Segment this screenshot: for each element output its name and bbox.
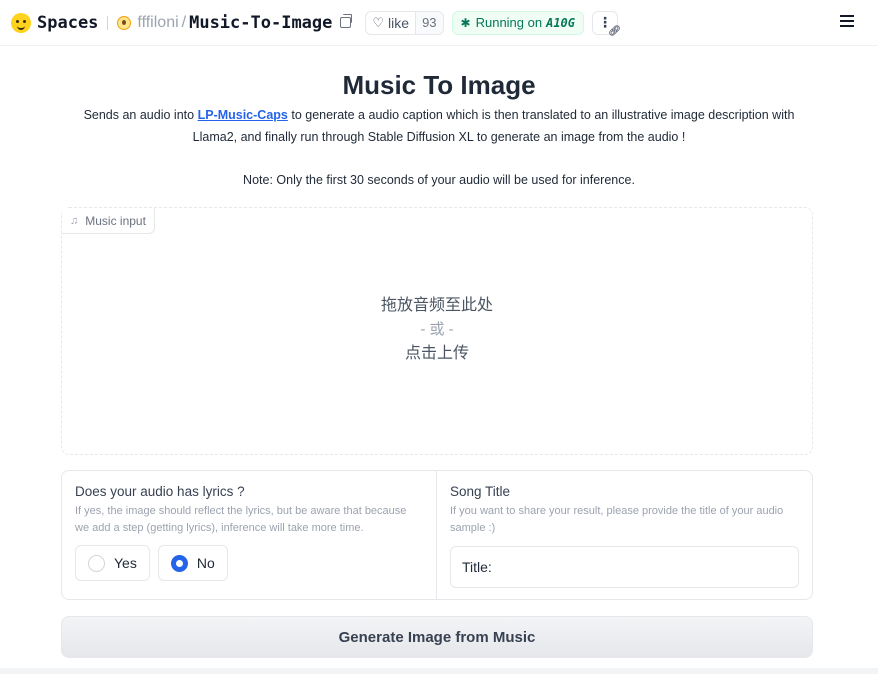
- fan-icon: ✱: [460, 15, 471, 30]
- like-group: ♡ like 93: [365, 10, 444, 35]
- more-options-button[interactable]: ⋮ 🔗︎: [592, 10, 621, 37]
- or-text: - 或 -: [420, 321, 454, 338]
- inference-note: Note: Only the first 30 seconds of your …: [243, 173, 635, 187]
- spaces-link[interactable]: Spaces: [37, 13, 98, 33]
- radio-unchecked-icon[interactable]: [88, 554, 105, 572]
- link-icon: 🔗︎: [608, 25, 621, 37]
- lyrics-info: If yes, the image should reflect the lyr…: [75, 505, 407, 534]
- song-title-input[interactable]: [450, 546, 799, 588]
- music-note-icon: ♫: [70, 214, 79, 227]
- page-title: Music To Image: [342, 70, 536, 100]
- no-label: No: [196, 555, 215, 571]
- header-divider: [107, 15, 109, 30]
- song-title-label: Song Title: [450, 484, 511, 499]
- copy-icon[interactable]: [340, 14, 353, 28]
- drop-audio-text: 拖放音频至此处: [380, 297, 493, 314]
- lyrics-radio-group: Yes No: [75, 545, 423, 581]
- hamburger-menu-icon[interactable]: [840, 15, 854, 27]
- description: Sends an audio into LP-Music-Caps to gen…: [70, 104, 808, 148]
- music-input-label: ♫ Music input: [62, 208, 155, 234]
- generate-image-button[interactable]: Generate Image from Music: [61, 616, 813, 658]
- owner-avatar[interactable]: [117, 15, 132, 30]
- hugging-face-logo[interactable]: [11, 12, 31, 33]
- yes-label: Yes: [114, 555, 137, 571]
- like-count[interactable]: 93: [415, 11, 443, 34]
- lyrics-question: Does your audio has lyrics ?: [75, 484, 245, 499]
- song-title-block: Song Title If you want to share your res…: [437, 471, 812, 599]
- description-prefix: Sends an audio into: [83, 108, 195, 122]
- heart-icon: ♡: [372, 14, 385, 30]
- page-bottom-edge: [0, 668, 878, 674]
- radio-checked-icon[interactable]: [170, 554, 188, 572]
- lp-music-caps-link[interactable]: LP-Music-Caps: [198, 108, 288, 122]
- owner-link[interactable]: fffiloni: [137, 14, 178, 32]
- song-title-info: If you want to share your result, please…: [450, 505, 784, 534]
- options-panel: Does your audio has lyrics ? If yes, the…: [61, 470, 813, 600]
- like-button[interactable]: ♡ like: [366, 12, 415, 34]
- path-separator: /: [181, 13, 187, 31]
- audio-dropzone[interactable]: ♫ Music input 拖放音频至此处 - 或 - 点击上传: [61, 207, 813, 455]
- click-upload-text: 点击上传: [404, 345, 469, 362]
- lyrics-option-no[interactable]: No: [157, 545, 228, 581]
- status-prefix: Running on: [475, 15, 543, 30]
- running-status-badge[interactable]: ✱ Running on A10G: [451, 10, 584, 35]
- music-input-label-text: Music input: [85, 213, 146, 228]
- hardware-label: A10G: [546, 15, 575, 30]
- top-header: Spaces fffiloni / Music-To-Image ♡ like …: [0, 0, 878, 46]
- repo-name-link[interactable]: Music-To-Image: [189, 13, 332, 33]
- like-label: like: [388, 14, 410, 31]
- dropzone-instructions: 拖放音频至此处 - 或 - 点击上传: [62, 294, 812, 366]
- lyrics-option-yes[interactable]: Yes: [75, 545, 150, 581]
- lyrics-option-block: Does your audio has lyrics ? If yes, the…: [62, 471, 437, 599]
